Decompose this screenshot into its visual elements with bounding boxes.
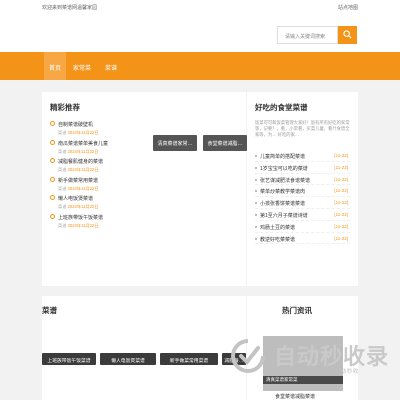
bullet-icon — [50, 121, 55, 126]
search-icon — [343, 30, 352, 39]
list-item[interactable]: 上班族带饭午饭菜谱 菜谱 2024年11月22日 — [50, 213, 145, 233]
item-title[interactable]: 懒人电饭煲菜谱 — [58, 195, 93, 202]
item-meta: 菜谱 2024年11月22日 — [58, 167, 99, 173]
nav-homecooking[interactable]: 家常菜 — [68, 52, 96, 80]
header: 请输入关键词搜索 — [0, 14, 400, 52]
list-item[interactable]: 第1至六月子菜谱诗谱 [11-22] — [255, 209, 350, 221]
featured-list: 自制菜谱破壁机 菜谱 2024年11月22日 南瓜菜谱菜单美食儿童 菜谱 202… — [50, 121, 145, 233]
list-item[interactable]: 自制菜谱破壁机 菜谱 2024年11月22日 — [50, 121, 145, 140]
featured-thumb[interactable]: 清真菜谱家常… — [153, 135, 197, 151]
watermark-logo-icon — [231, 339, 265, 373]
item-title[interactable]: 新手做菜常用菜谱 — [58, 177, 98, 184]
recipe-category-bar[interactable]: 上班族带饭午饭菜谱 — [42, 353, 96, 365]
item-meta: 菜谱 2024年11月22日 — [58, 222, 99, 228]
item-title[interactable]: 减脂餐肌健身的菜谱 — [58, 158, 103, 165]
item-meta: 菜谱 2024年11月22日 — [58, 204, 99, 210]
nav-recipes[interactable]: 菜谱 — [100, 52, 122, 80]
list-item[interactable]: 小孩张香饼菜谱菜谱 [11-22] — [255, 197, 350, 209]
list-item[interactable]: 张艺谋减肥法食谱菜谱 [11-22] — [255, 174, 350, 186]
recipes-title: 菜谱 — [42, 306, 57, 315]
hot-title: 热门资讯 — [282, 306, 312, 315]
canteen-intro: 饭菜可可和饭菜管理大家好！饭有所有好吃的家常等，记要？，看，小常看，买菜儿童，看… — [255, 120, 350, 137]
featured-thumb[interactable]: 食堂菜谱减脂… — [203, 135, 247, 151]
watermark-subtext: 放上链接 · 来访一次 · 自动秒收 — [274, 369, 359, 375]
list-item[interactable]: 1岁宝宝可以吃的菜谱 [11-22] — [255, 162, 350, 174]
bullet-icon — [50, 176, 55, 182]
top-bar: 欢迎来到菜谱网温馨家园 站点地图 — [0, 0, 400, 14]
list-item[interactable]: 减脂餐肌健身的菜谱 菜谱 2024年11月22日 — [50, 158, 145, 177]
list-item[interactable]: 鸡肠土豆的菜谱 [11-22] — [255, 221, 350, 233]
canteen-title: 好吃的食堂菜谱 — [255, 103, 308, 112]
item-title[interactable]: 南瓜菜谱菜单美食儿童 — [58, 140, 108, 147]
list-item[interactable]: 南瓜菜谱菜单美食儿童 菜谱 2024年11月22日 — [50, 139, 145, 159]
recipe-category-bar[interactable]: 懒人电饭煲菜谱 — [100, 353, 156, 365]
list-item[interactable]: 教逆好吃菜菜谱 [11-22] — [255, 233, 350, 245]
list-item[interactable]: 新手做菜常用菜谱 菜谱 2024年11月22日 — [50, 176, 145, 196]
bullet-icon — [50, 213, 55, 219]
item-meta: 菜谱 2024年11月22日 — [58, 185, 99, 191]
list-item[interactable]: 儿童简单的搭配菜谱 [11-22] — [255, 150, 350, 162]
list-item[interactable]: 懒人电饭煲菜谱 菜谱 2024年11月22日 — [50, 195, 145, 214]
search-input[interactable]: 请输入关键词搜索 — [277, 26, 338, 44]
bullet-icon — [50, 158, 55, 164]
nav-home[interactable]: 首页 — [44, 52, 66, 80]
recipes-panel: 菜谱 — [42, 296, 246, 400]
bullet-icon — [50, 195, 55, 201]
sitemap-link[interactable]: 站点地图 — [338, 4, 358, 11]
watermark: 自动秒收录 放上链接 · 来访一次 · 自动秒收 — [228, 336, 388, 380]
bullet-icon — [50, 139, 55, 145]
item-title[interactable]: 上班族带饭午饭菜谱 — [58, 214, 103, 221]
list-item[interactable]: 菜单炒菜教学菜谱肉 [11-22] — [255, 185, 350, 198]
item-title[interactable]: 自制菜谱破壁机 — [58, 121, 93, 128]
canteen-list: 儿童简单的搭配菜谱 [11-22] 1岁宝宝可以吃的菜谱 [11-22] 张艺谋减肥… — [255, 150, 350, 245]
main-nav: 首页 家常菜 菜谱 — [0, 52, 400, 80]
featured-title: 精彩推荐 — [50, 103, 80, 112]
hot-link[interactable]: 食堂菜谱减脂菜谱 — [275, 393, 315, 400]
search-button[interactable] — [338, 26, 357, 44]
welcome-text: 欢迎来到菜谱网温馨家园 — [42, 5, 98, 11]
item-meta: 菜谱 2024年11月22日 — [58, 130, 99, 135]
recipe-category-bar[interactable]: 新手做菜常用菜谱 — [160, 353, 218, 365]
item-meta: 菜谱 2024年11月22日 — [58, 148, 99, 154]
